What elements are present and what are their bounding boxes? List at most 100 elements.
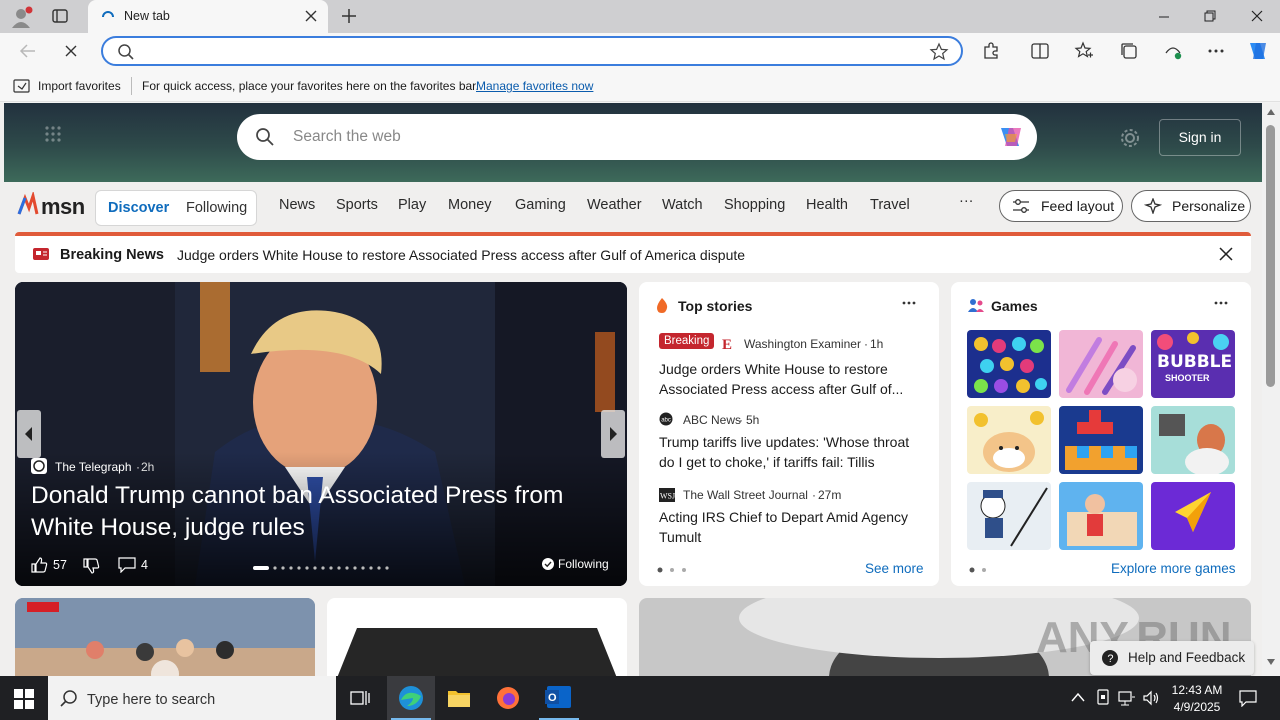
hero-story-card[interactable]: The Telegraph · 2h Donald Trump cannot b…	[15, 282, 627, 586]
see-more-link[interactable]: See more	[865, 561, 924, 576]
more-options-icon[interactable]	[901, 298, 917, 308]
notifications-icon[interactable]	[1238, 689, 1258, 707]
game-tile-jewels[interactable]	[967, 330, 1051, 398]
collections-icon[interactable]	[1119, 41, 1139, 61]
breaking-news-bar[interactable]: Breaking News Judge orders White House t…	[15, 232, 1251, 273]
nav-sports[interactable]: Sports	[336, 197, 378, 213]
minimize-icon[interactable]	[1156, 10, 1172, 24]
following-label[interactable]: Following	[558, 557, 609, 571]
address-input[interactable]	[143, 42, 903, 62]
taskbar-outlook-button[interactable]: O	[535, 676, 583, 720]
scroll-thumb[interactable]	[1266, 125, 1275, 387]
restore-icon[interactable]	[1202, 9, 1218, 23]
close-icon[interactable]	[1219, 247, 1233, 261]
nav-gaming[interactable]: Gaming	[515, 197, 566, 213]
new-tab-icon[interactable]	[339, 6, 359, 26]
split-screen-icon[interactable]	[1030, 41, 1050, 61]
favorite-star-icon[interactable]	[929, 42, 949, 62]
more-options-icon[interactable]	[1206, 41, 1226, 61]
check-circle-icon	[542, 558, 554, 570]
profile-icon[interactable]	[8, 4, 34, 30]
taskbar-search-box[interactable]: Type here to search	[48, 676, 336, 720]
feed-layout-button[interactable]: Feed layout	[999, 190, 1123, 222]
nav-news[interactable]: News	[279, 197, 315, 213]
carousel-dots[interactable]	[253, 566, 393, 570]
dislike-icon[interactable]	[82, 557, 100, 575]
address-bar[interactable]	[101, 36, 963, 66]
game-tile-crazy-games[interactable]	[1151, 482, 1235, 550]
taskbar-search-placeholder: Type here to search	[87, 692, 216, 708]
scroll-down-arrow-icon[interactable]	[1267, 659, 1275, 665]
comment-icon[interactable]	[118, 557, 136, 573]
web-search-box[interactable]: Search the web	[237, 114, 1037, 160]
story-title[interactable]: Judge orders White House to restore Asso…	[659, 359, 919, 399]
page-scrollbar[interactable]	[1262, 103, 1280, 676]
games-card: Games BUBBLE SHOOTER Explore more games	[951, 282, 1251, 586]
device-icon[interactable]	[1096, 689, 1110, 707]
carousel-next-button[interactable]	[601, 410, 625, 458]
close-window-icon[interactable]	[1249, 8, 1265, 24]
hero-headline[interactable]: Donald Trump cannot ban Associated Press…	[31, 480, 591, 544]
clock-time[interactable]: 12:43 AM	[1169, 683, 1225, 697]
nav-watch[interactable]: Watch	[662, 197, 703, 213]
performance-icon[interactable]	[1163, 41, 1183, 61]
volume-icon[interactable]	[1142, 689, 1160, 707]
personalize-button[interactable]: Personalize	[1131, 190, 1251, 222]
story-title[interactable]: Trump tariffs live updates: 'Whose throa…	[659, 432, 921, 472]
nav-weather[interactable]: Weather	[587, 197, 642, 213]
tab-following[interactable]: Following	[186, 200, 247, 216]
tab-discover[interactable]: Discover	[108, 200, 169, 216]
breaking-headline[interactable]: Judge orders White House to restore Asso…	[177, 247, 745, 263]
favorites-icon[interactable]	[1074, 41, 1094, 61]
game-tile-shiba[interactable]	[967, 406, 1051, 474]
nav-health[interactable]: Health	[806, 197, 848, 213]
game-tile-blocks[interactable]	[1059, 406, 1143, 474]
close-tab-icon[interactable]	[304, 9, 318, 23]
hero-separator: ·	[136, 460, 140, 474]
stop-icon[interactable]	[63, 43, 79, 59]
game-tile-hospital[interactable]	[1151, 406, 1235, 474]
file-explorer-icon[interactable]	[447, 687, 471, 709]
help-feedback-button[interactable]: ? Help and Feedback	[1090, 641, 1254, 675]
taskbar-edge-button[interactable]	[387, 676, 435, 720]
settings-gear-icon[interactable]	[1119, 127, 1141, 149]
chevron-up-icon[interactable]	[1071, 692, 1085, 702]
more-options-icon[interactable]	[1213, 298, 1229, 308]
like-icon[interactable]	[30, 556, 48, 574]
scroll-up-arrow-icon[interactable]	[1267, 109, 1275, 115]
apps-icon[interactable]	[44, 125, 62, 143]
nav-money[interactable]: Money	[448, 197, 492, 213]
extensions-icon[interactable]	[981, 41, 1001, 61]
story-title[interactable]: Acting IRS Chief to Depart Amid Agency T…	[659, 507, 921, 547]
pager-dots[interactable]	[969, 567, 993, 573]
msn-logo[interactable]: msn	[17, 192, 85, 220]
copilot-icon[interactable]	[995, 122, 1027, 152]
feed-tabs: Discover Following	[95, 190, 257, 226]
pager-dots[interactable]	[657, 567, 691, 573]
windows-start-icon[interactable]	[14, 689, 34, 709]
game-tile-restaurant[interactable]	[1059, 482, 1143, 550]
back-icon[interactable]	[18, 42, 38, 60]
clock-date[interactable]: 4/9/2025	[1169, 700, 1225, 714]
nav-shopping[interactable]: Shopping	[724, 197, 785, 213]
game-tile-makeup[interactable]	[1059, 330, 1143, 398]
tab-actions-icon[interactable]	[50, 7, 70, 25]
task-view-icon[interactable]	[350, 689, 370, 707]
search-icon	[117, 43, 135, 61]
nav-more-button[interactable]: ···	[959, 193, 974, 209]
product-card[interactable]	[327, 598, 627, 676]
game-tile-bubble-shooter[interactable]: BUBBLE SHOOTER	[1151, 330, 1235, 398]
game-tile-thief[interactable]	[967, 482, 1051, 550]
explore-games-link[interactable]: Explore more games	[1111, 561, 1236, 576]
import-favorites-button[interactable]: Import favorites	[38, 79, 121, 93]
tab-new-tab[interactable]: New tab	[88, 0, 328, 33]
nav-travel[interactable]: Travel	[870, 197, 910, 213]
news-card-live[interactable]	[15, 598, 315, 676]
copilot-icon[interactable]	[1245, 39, 1271, 63]
nav-play[interactable]: Play	[398, 197, 426, 213]
carousel-prev-button[interactable]	[17, 410, 41, 458]
firefox-icon[interactable]	[496, 686, 520, 710]
sign-in-button[interactable]: Sign in	[1159, 119, 1241, 156]
manage-favorites-link[interactable]: Manage favorites now	[476, 79, 593, 93]
network-icon[interactable]	[1118, 689, 1136, 707]
